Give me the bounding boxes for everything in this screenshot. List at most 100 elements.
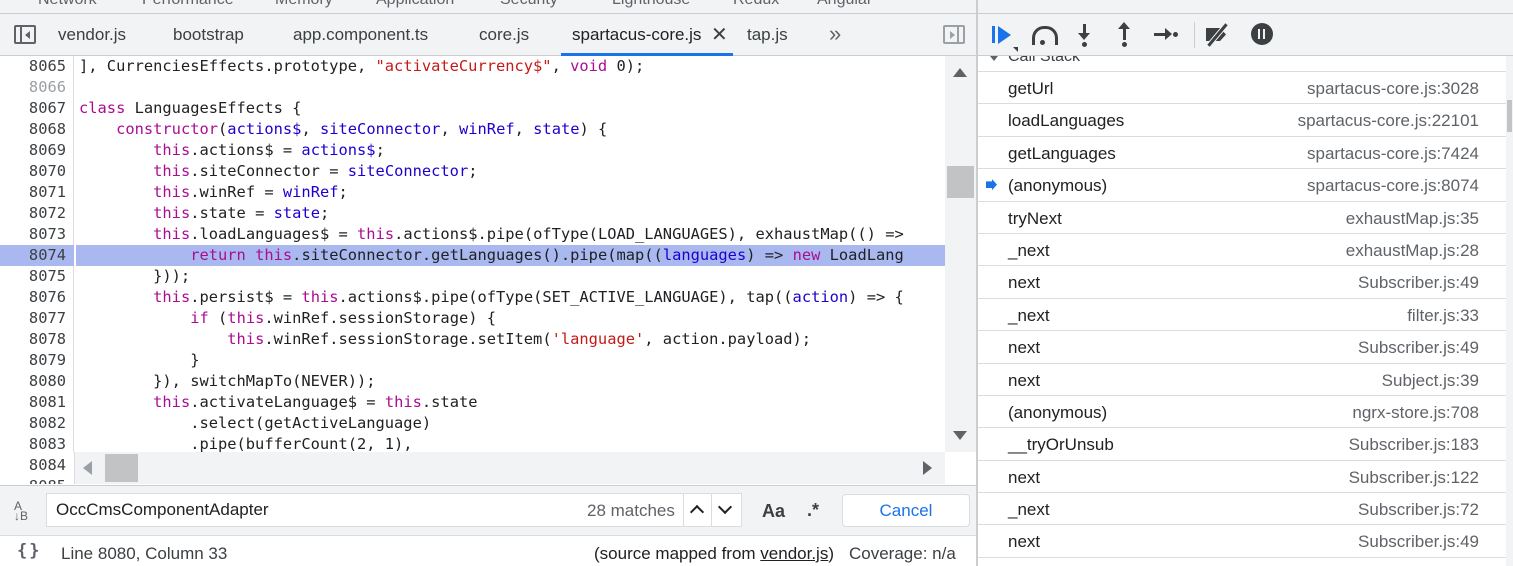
- code-line[interactable]: 8075 }));: [0, 266, 945, 287]
- line-number[interactable]: 8076: [0, 287, 66, 308]
- code-line[interactable]: 8068 constructor(actions$, siteConnector…: [0, 119, 945, 140]
- code-editor[interactable]: 8065], CurrenciesEffects.prototype, "act…: [0, 56, 945, 452]
- line-number[interactable]: 8074: [0, 245, 66, 266]
- scroll-right-icon[interactable]: [923, 461, 932, 475]
- call-frame-current[interactable]: (anonymous) spartacus-core.js:8074: [978, 169, 1506, 202]
- frame-location-link[interactable]: spartacus-core.js:3028: [1307, 79, 1479, 99]
- file-tab-tap-js[interactable]: tap.js: [747, 25, 788, 45]
- scroll-down-icon[interactable]: [953, 431, 967, 440]
- file-tab-app-component-ts[interactable]: app.component.ts: [293, 25, 428, 45]
- step-into-icon[interactable]: [1072, 22, 1100, 48]
- code-line[interactable]: 8069 this.actions$ = actions$;: [0, 140, 945, 161]
- call-frame[interactable]: next Subscriber.js:122: [978, 461, 1506, 494]
- panel-tab-lighthouse[interactable]: Lighthouse: [612, 0, 690, 9]
- regex-button[interactable]: .*: [807, 500, 819, 521]
- code-line[interactable]: 8073 this.loadLanguages$ = this.actions$…: [0, 224, 945, 245]
- paused-code-line[interactable]: 8074 return this.siteConnector.getLangua…: [0, 245, 945, 266]
- file-tab-core-js[interactable]: core.js: [479, 25, 529, 45]
- source-map-link[interactable]: vendor.js: [760, 544, 828, 563]
- code-line[interactable]: 8077 if (this.winRef.sessionStorage) {: [0, 308, 945, 329]
- frame-location-link[interactable]: exhaustMap.js:35: [1346, 209, 1479, 229]
- frame-location-link[interactable]: Subscriber.js:49: [1358, 338, 1479, 358]
- panel-tab-network[interactable]: Network: [38, 0, 97, 9]
- code-line[interactable]: 8083 .pipe(bufferCount(2, 1),: [0, 434, 945, 452]
- sidebar-scrollbar[interactable]: [1506, 56, 1513, 566]
- line-number[interactable]: 8066: [0, 77, 66, 98]
- line-number[interactable]: 8072: [0, 203, 66, 224]
- panel-tab-security[interactable]: Security: [500, 0, 558, 9]
- step-icon[interactable]: [1152, 22, 1180, 48]
- frame-location-link[interactable]: Subscriber.js:49: [1358, 532, 1479, 552]
- frame-location-link[interactable]: spartacus-core.js:7424: [1307, 144, 1479, 164]
- resume-icon[interactable]: [990, 22, 1018, 52]
- frame-location-link[interactable]: Subscriber.js:49: [1358, 273, 1479, 293]
- line-number[interactable]: 8067: [0, 98, 66, 119]
- frame-location-link[interactable]: Subscriber.js:183: [1349, 435, 1479, 455]
- scroll-up-icon[interactable]: [953, 68, 967, 77]
- code-line[interactable]: 8082 .select(getActiveLanguage): [0, 413, 945, 434]
- call-frame[interactable]: __tryOrUnsub Subscriber.js:183: [978, 428, 1506, 461]
- code-line[interactable]: 8081 this.activateLanguage$ = this.state: [0, 392, 945, 413]
- call-stack-header[interactable]: Call Stack: [978, 56, 1506, 72]
- line-number[interactable]: 8082: [0, 413, 66, 434]
- editor-vertical-scrollbar[interactable]: [945, 56, 976, 452]
- previous-match-button[interactable]: [683, 494, 711, 526]
- code-line[interactable]: 8078 this.winRef.sessionStorage.setItem(…: [0, 329, 945, 350]
- frame-location-link[interactable]: spartacus-core.js:22101: [1298, 111, 1479, 131]
- line-number[interactable]: 8081: [0, 392, 66, 413]
- call-frame[interactable]: next Subject.js:39: [978, 364, 1506, 396]
- line-number[interactable]: 8069: [0, 140, 66, 161]
- call-frame[interactable]: tryNext exhaustMap.js:35: [978, 202, 1506, 234]
- pretty-print-icon[interactable]: {}: [17, 541, 41, 561]
- panel-tab-redux[interactable]: Redux: [733, 0, 779, 9]
- call-frame[interactable]: next Subscriber.js:49: [978, 331, 1506, 364]
- code-line[interactable]: 8076 this.persist$ = this.actions$.pipe(…: [0, 287, 945, 308]
- horizontal-scroll-thumb[interactable]: [105, 454, 138, 482]
- file-tab-vendor-js[interactable]: vendor.js: [58, 25, 126, 45]
- code-line[interactable]: 8070 this.siteConnector = siteConnector;: [0, 161, 945, 182]
- code-line[interactable]: 8065], CurrenciesEffects.prototype, "act…: [0, 56, 945, 77]
- call-frame[interactable]: next Subscriber.js:49: [978, 266, 1506, 299]
- sidebar-scroll-thumb[interactable]: [1507, 100, 1512, 132]
- frame-location-link[interactable]: spartacus-core.js:8074: [1307, 176, 1479, 196]
- step-out-icon[interactable]: [1112, 22, 1140, 48]
- panel-tab-angular[interactable]: Angular: [817, 0, 872, 9]
- close-tab-icon[interactable]: ✕: [711, 22, 728, 47]
- search-input[interactable]: [56, 494, 576, 526]
- call-frame[interactable]: next Subscriber.js:49: [978, 525, 1506, 558]
- frame-location-link[interactable]: ngrx-store.js:708: [1352, 403, 1479, 423]
- line-number[interactable]: 8070: [0, 161, 66, 182]
- code-line[interactable]: 8067 class LanguagesEffects {: [0, 98, 945, 119]
- line-number[interactable]: 8080: [0, 371, 66, 392]
- code-line[interactable]: 8079 }: [0, 350, 945, 371]
- code-line[interactable]: 8080 }), switchMapTo(NEVER));: [0, 371, 945, 392]
- code-line[interactable]: 8072 this.state = state;: [0, 203, 945, 224]
- line-number[interactable]: 8075: [0, 266, 66, 287]
- file-tab-spartacus-core-js[interactable]: spartacus-core.js: [572, 25, 701, 45]
- deactivate-breakpoints-icon[interactable]: [1204, 22, 1232, 48]
- toggle-navigator-icon[interactable]: [14, 25, 36, 44]
- next-match-button[interactable]: [711, 494, 739, 526]
- frame-location-link[interactable]: Subject.js:39: [1382, 371, 1479, 391]
- call-frame[interactable]: _next exhaustMap.js:28: [978, 234, 1506, 267]
- call-frame[interactable]: getLanguages spartacus-core.js:7424: [978, 137, 1506, 170]
- line-number[interactable]: 8073: [0, 224, 66, 245]
- replace-toggle-icon[interactable]: A ↓B: [14, 500, 28, 522]
- call-frame[interactable]: getUrl spartacus-core.js:3028: [978, 72, 1506, 105]
- frame-location-link[interactable]: filter.js:33: [1407, 306, 1479, 326]
- frame-location-link[interactable]: Subscriber.js:122: [1349, 468, 1479, 488]
- panel-tab-application[interactable]: Application: [376, 0, 454, 9]
- cancel-search-button[interactable]: Cancel: [842, 494, 970, 527]
- line-number[interactable]: 8079: [0, 350, 66, 371]
- code-line[interactable]: 8071 this.winRef = winRef;: [0, 182, 945, 203]
- line-number[interactable]: 8071: [0, 182, 66, 203]
- line-number[interactable]: 8065: [0, 56, 66, 77]
- line-number[interactable]: 8078: [0, 329, 66, 350]
- panel-tab-memory[interactable]: Memory: [275, 0, 333, 9]
- call-frame[interactable]: loadLanguages spartacus-core.js:22101: [978, 104, 1506, 137]
- step-over-icon[interactable]: [1030, 22, 1058, 48]
- frame-location-link[interactable]: exhaustMap.js:28: [1346, 241, 1479, 261]
- call-frame[interactable]: (anonymous) ngrx-store.js:708: [978, 396, 1506, 429]
- code-line[interactable]: 8066: [0, 77, 945, 98]
- match-case-button[interactable]: Aa: [762, 501, 785, 522]
